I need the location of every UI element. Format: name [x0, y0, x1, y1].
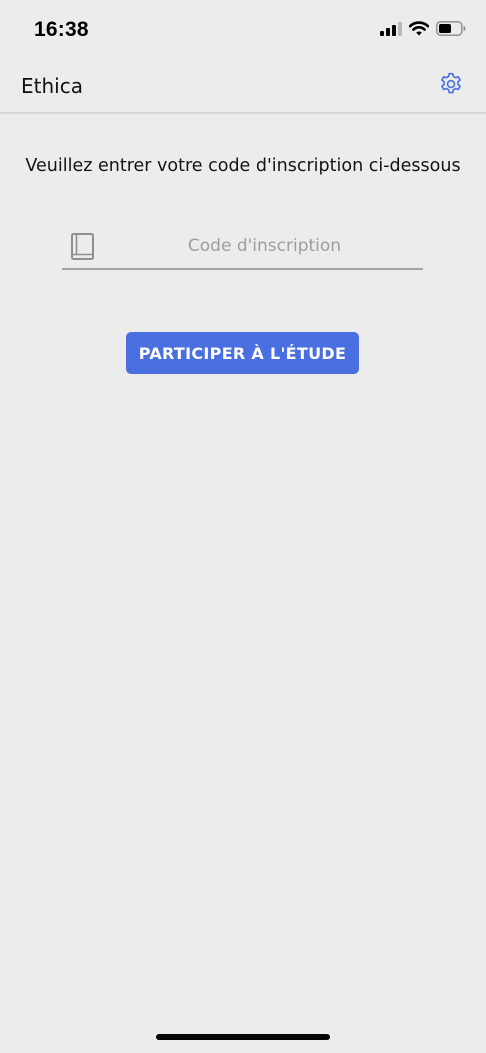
status-time: 16:38: [34, 18, 89, 41]
book-icon: [70, 232, 96, 262]
wifi-icon: [408, 21, 430, 40]
registration-code-input[interactable]: [106, 224, 423, 268]
join-study-button[interactable]: PARTICIPER À L'ÉTUDE: [126, 332, 359, 374]
status-bar: 16:38: [0, 0, 486, 60]
status-icons: [380, 21, 466, 40]
app-title: Ethica: [21, 74, 83, 98]
registration-code-field[interactable]: [62, 224, 423, 270]
gear-icon[interactable]: [438, 71, 464, 101]
app-screen: 16:38 Ethica Veuillez entrer votre code …: [0, 0, 486, 1053]
home-indicator[interactable]: [156, 1034, 330, 1040]
settings-button[interactable]: [436, 71, 466, 101]
battery-icon: [436, 21, 466, 40]
cellular-signal-icon: [380, 21, 402, 40]
enrollment-prompt: Veuillez entrer votre code d'inscription…: [25, 156, 461, 176]
nav-bar: Ethica: [0, 60, 486, 114]
